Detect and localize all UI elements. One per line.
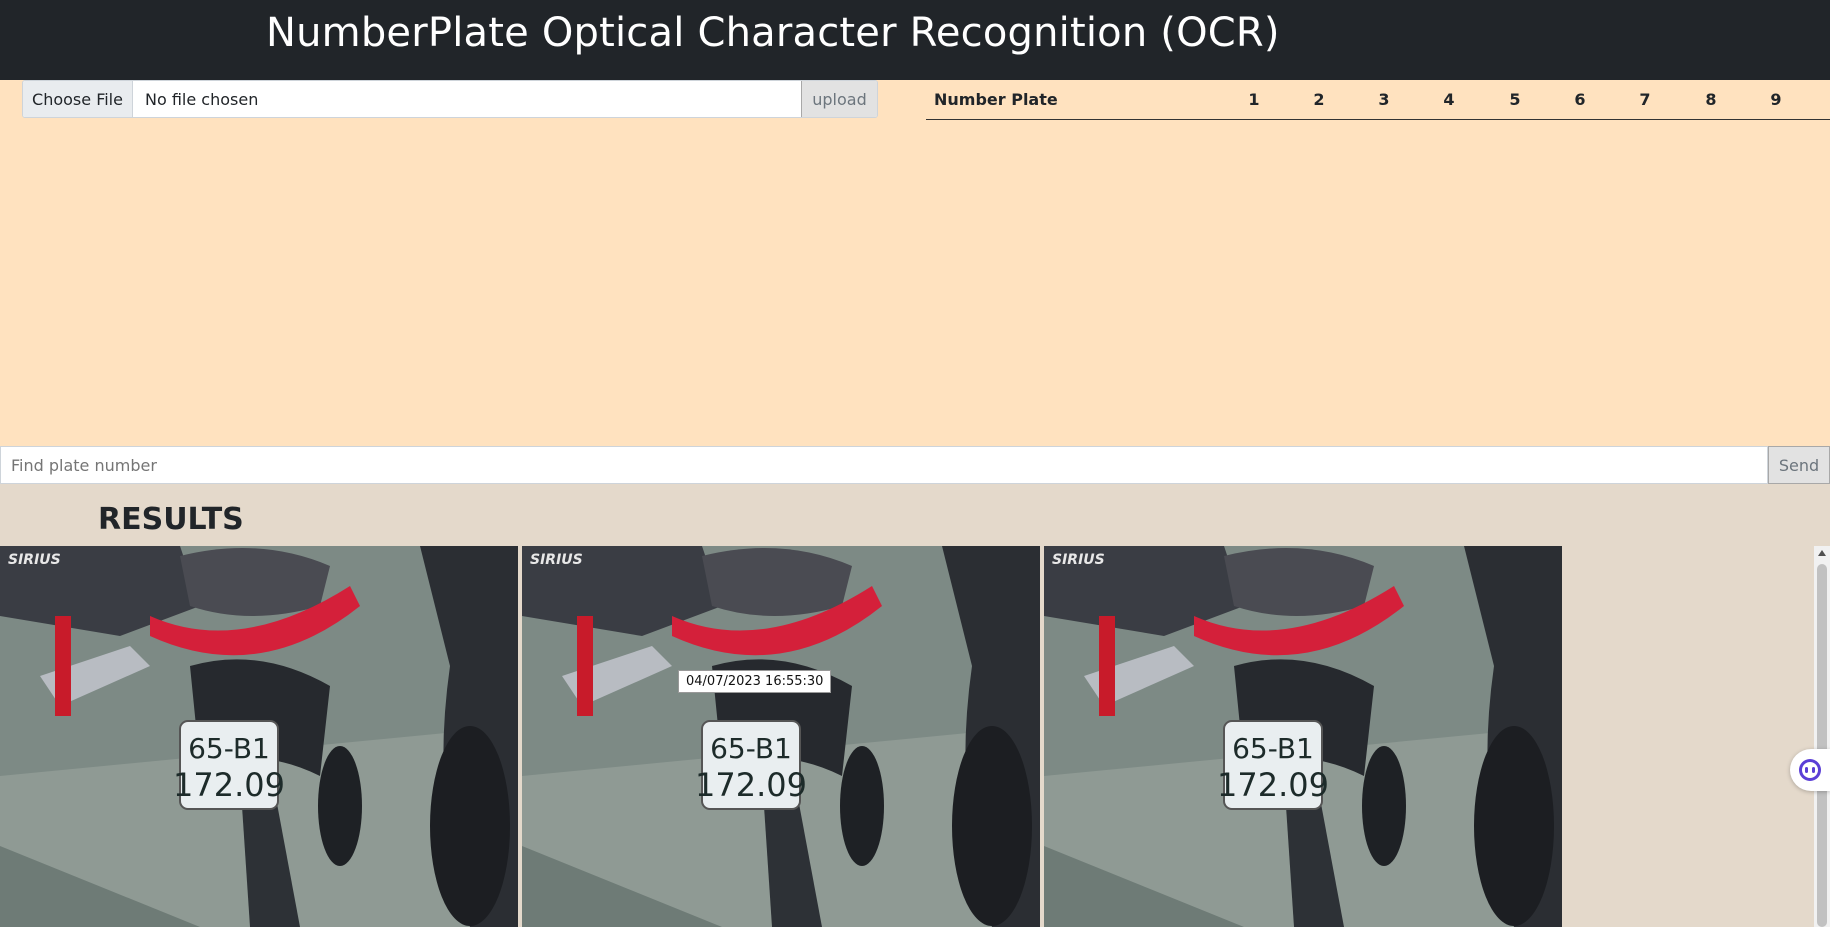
result-image-card[interactable]: 65-B1 172.09 SIRIUS [0, 546, 518, 927]
assistant-button[interactable] [1790, 749, 1830, 791]
column-header-7: 7 [1639, 90, 1651, 109]
column-header-4: 4 [1443, 90, 1455, 109]
timestamp-tooltip: 04/07/2023 16:55:30 [678, 670, 832, 693]
file-upload-group: Choose File No file chosen upload [22, 80, 878, 118]
column-header-3: 3 [1378, 90, 1390, 109]
plate-text-line1: 65-B1 [1232, 732, 1314, 765]
search-bar: Send [0, 446, 1830, 484]
upload-button[interactable]: upload [801, 81, 877, 117]
bike-brand-text: SIRIUS [530, 552, 583, 568]
result-image-card[interactable]: 65-B1 172.09 SIRIUS [1044, 546, 1562, 927]
motorbike-photo: 65-B1 172.09 SIRIUS [0, 546, 518, 927]
plate-text-line1: 65-B1 [710, 732, 792, 765]
file-status-text: No file chosen [145, 89, 259, 109]
motorbike-photo: 65-B1 172.09 SIRIUS [522, 546, 1040, 927]
bike-brand-text: SIRIUS [8, 552, 61, 568]
upload-area: Choose File No file chosen upload Number… [0, 80, 1830, 446]
plate-text-line2: 172.09 [1217, 766, 1329, 804]
plate-table-header: Number Plate 1 2 3 4 5 6 7 8 9 [926, 80, 1830, 120]
column-header-9: 9 [1770, 90, 1782, 109]
page-title: NumberPlate Optical Character Recognitio… [266, 10, 1280, 56]
scroll-up-arrow-icon[interactable] [1818, 550, 1826, 556]
app-header: NumberPlate Optical Character Recognitio… [0, 0, 1830, 80]
plate-text-line1: 65-B1 [188, 732, 270, 765]
column-header-6: 6 [1574, 90, 1586, 109]
assistant-face-icon [1799, 759, 1821, 781]
results-heading: RESULTS [98, 502, 244, 537]
plate-search-input[interactable] [0, 446, 1768, 484]
column-header-5: 5 [1509, 90, 1521, 109]
column-header-number-plate: Number Plate [934, 90, 1058, 109]
results-gallery: 65-B1 172.09 SIRIUS 65-B1 172.09 SIRIUS … [0, 546, 1566, 927]
motorbike-photo: 65-B1 172.09 SIRIUS [1044, 546, 1562, 927]
plate-text-line2: 172.09 [173, 766, 285, 804]
plate-text-line2: 172.09 [695, 766, 807, 804]
choose-file-button[interactable]: Choose File [23, 81, 133, 117]
column-header-1: 1 [1248, 90, 1260, 109]
column-header-8: 8 [1705, 90, 1717, 109]
column-header-2: 2 [1313, 90, 1325, 109]
bike-brand-text: SIRIUS [1052, 552, 1105, 568]
send-button[interactable]: Send [1768, 446, 1830, 484]
scroll-thumb[interactable] [1817, 564, 1827, 927]
result-image-card[interactable]: 65-B1 172.09 SIRIUS 04/07/2023 16:55:30 [522, 546, 1040, 927]
results-scrollbar[interactable] [1814, 546, 1830, 927]
